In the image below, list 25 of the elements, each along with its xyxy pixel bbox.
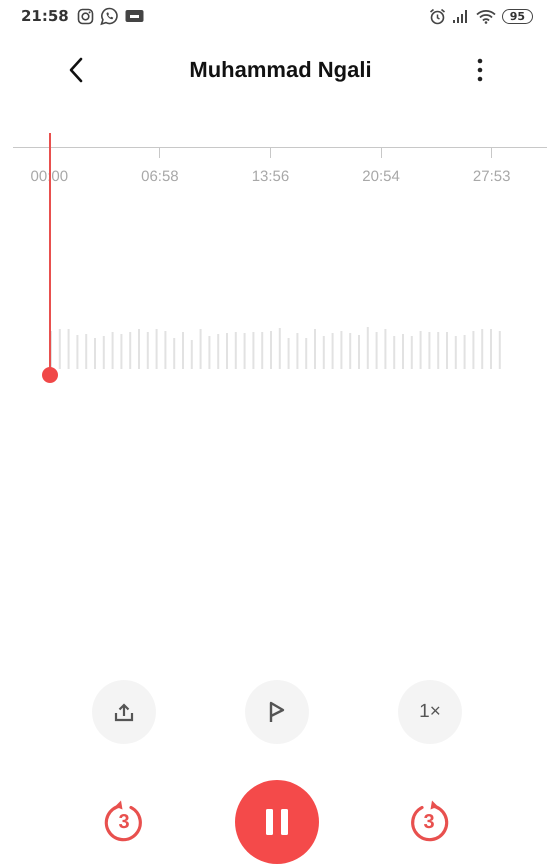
signal-icon (452, 9, 470, 23)
wifi-icon (476, 8, 496, 24)
alarm-icon (428, 8, 446, 24)
more-icon (476, 58, 483, 82)
flag-icon (268, 701, 286, 723)
chat-app-icon (100, 6, 119, 26)
clock-time: 21:58 (21, 7, 69, 25)
camera-app-icon (76, 8, 94, 24)
time-label: 20:54 (362, 168, 400, 185)
time-label: 27:53 (472, 168, 510, 185)
back-icon (68, 57, 84, 83)
tick-mark (159, 148, 160, 158)
tick-mark (270, 148, 271, 158)
tick-mark (491, 148, 492, 158)
speed-button[interactable]: 1× (398, 680, 462, 744)
share-icon (114, 702, 134, 722)
recording-title: Muhammad Ngali (189, 57, 372, 83)
rewind-button[interactable]: 3 (101, 799, 147, 845)
tray-icon (124, 9, 144, 23)
tick-mark (380, 148, 382, 158)
pause-icon (264, 808, 290, 836)
time-label: 06:58 (141, 168, 179, 185)
battery-level: 95 (502, 8, 533, 24)
time-label: 13:56 (252, 168, 290, 185)
forward-button[interactable]: 3 (406, 799, 452, 845)
